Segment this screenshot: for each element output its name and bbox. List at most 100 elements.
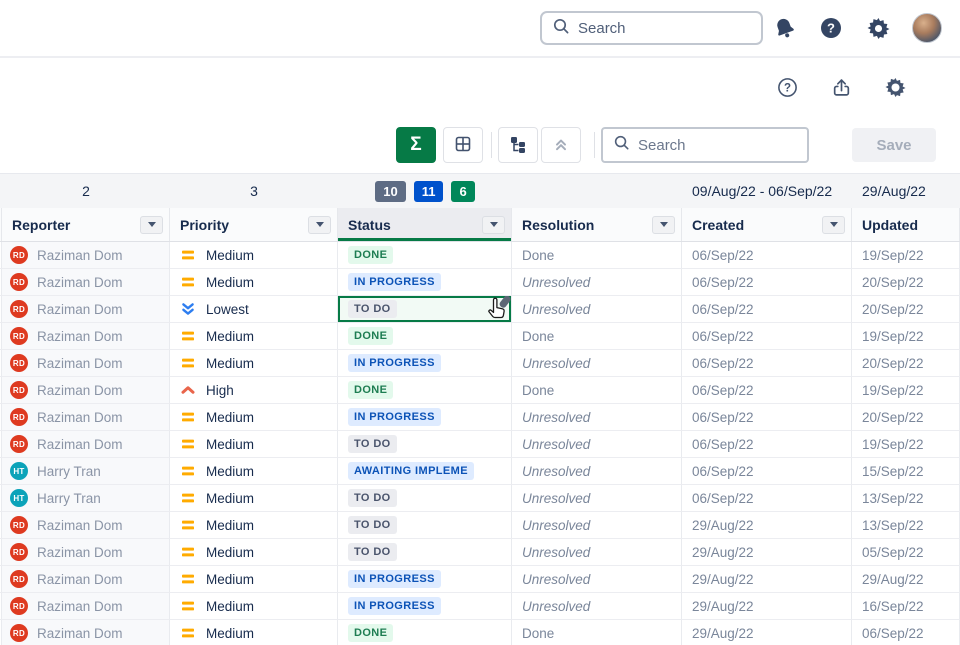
filter-dropdown-button[interactable] <box>482 216 505 234</box>
status-cell[interactable]: DONE <box>338 323 512 350</box>
updated-cell[interactable]: 19/Sep/22 <box>852 242 960 269</box>
global-search-input[interactable] <box>578 20 777 37</box>
filter-dropdown-button[interactable] <box>308 216 331 234</box>
created-cell[interactable]: 06/Sep/22 <box>682 242 852 269</box>
resolution-cell[interactable]: Done <box>512 620 682 645</box>
created-cell[interactable]: 06/Sep/22 <box>682 296 852 323</box>
grid-view-button[interactable] <box>443 127 483 163</box>
created-cell[interactable]: 29/Aug/22 <box>682 539 852 566</box>
created-cell[interactable]: 06/Sep/22 <box>682 458 852 485</box>
status-cell[interactable]: TO DO <box>338 539 512 566</box>
status-cell[interactable]: IN PROGRESS <box>338 566 512 593</box>
status-cell[interactable]: TO DO <box>338 296 512 323</box>
sum-aggregate-button[interactable]: Σ <box>396 127 436 163</box>
priority-cell[interactable]: Lowest <box>170 296 338 323</box>
summary-updated-value[interactable]: 29/Aug/22 <box>852 174 960 208</box>
reporter-cell[interactable]: RDRaziman Dom <box>2 539 170 566</box>
resolution-cell[interactable]: Done <box>512 242 682 269</box>
column-header-priority[interactable]: Priority <box>170 208 338 241</box>
created-cell[interactable]: 06/Sep/22 <box>682 404 852 431</box>
resolution-cell[interactable]: Unresolved <box>512 269 682 296</box>
priority-cell[interactable]: Medium <box>170 404 338 431</box>
priority-cell[interactable]: Medium <box>170 593 338 620</box>
created-cell[interactable]: 29/Aug/22 <box>682 620 852 645</box>
reporter-cell[interactable]: RDRaziman Dom <box>2 512 170 539</box>
resolution-cell[interactable]: Unresolved <box>512 566 682 593</box>
reporter-cell[interactable]: RDRaziman Dom <box>2 377 170 404</box>
resolution-cell[interactable]: Unresolved <box>512 431 682 458</box>
global-search-box[interactable] <box>540 11 763 45</box>
help-icon[interactable]: ? <box>774 74 800 100</box>
updated-cell[interactable]: 19/Sep/22 <box>852 377 960 404</box>
status-cell[interactable]: DONE <box>338 377 512 404</box>
status-cell[interactable]: IN PROGRESS <box>338 404 512 431</box>
column-header-reporter[interactable]: Reporter <box>2 208 170 241</box>
reporter-cell[interactable]: RDRaziman Dom <box>2 404 170 431</box>
status-cell[interactable]: TO DO <box>338 512 512 539</box>
status-cell[interactable]: IN PROGRESS <box>338 593 512 620</box>
summary-status-counts[interactable]: 10116 <box>338 174 512 208</box>
status-cell[interactable]: AWAITING IMPLEME <box>338 458 512 485</box>
summary-created-range[interactable]: 09/Aug/22 - 06/Sep/22 <box>682 174 852 208</box>
priority-cell[interactable]: Medium <box>170 620 338 645</box>
hierarchy-view-button[interactable] <box>498 127 538 163</box>
priority-cell[interactable]: Medium <box>170 269 338 296</box>
user-avatar[interactable] <box>912 13 942 43</box>
priority-cell[interactable]: Medium <box>170 539 338 566</box>
column-header-created[interactable]: Created <box>682 208 852 241</box>
updated-cell[interactable]: 13/Sep/22 <box>852 512 960 539</box>
filter-dropdown-button[interactable] <box>140 216 163 234</box>
save-button[interactable]: Save <box>852 128 936 162</box>
priority-cell[interactable]: Medium <box>170 350 338 377</box>
reporter-cell[interactable]: RDRaziman Dom <box>2 620 170 645</box>
resolution-cell[interactable]: Done <box>512 323 682 350</box>
settings-icon[interactable] <box>882 74 908 100</box>
status-cell[interactable]: IN PROGRESS <box>338 269 512 296</box>
reporter-cell[interactable]: RDRaziman Dom <box>2 269 170 296</box>
priority-cell[interactable]: Medium <box>170 485 338 512</box>
resolution-cell[interactable]: Done <box>512 377 682 404</box>
resolution-cell[interactable]: Unresolved <box>512 539 682 566</box>
updated-cell[interactable]: 19/Sep/22 <box>852 431 960 458</box>
column-header-status[interactable]: Status <box>338 208 512 241</box>
updated-cell[interactable]: 20/Sep/22 <box>852 350 960 377</box>
updated-cell[interactable]: 29/Aug/22 <box>852 566 960 593</box>
updated-cell[interactable]: 20/Sep/22 <box>852 269 960 296</box>
resolution-cell[interactable]: Unresolved <box>512 350 682 377</box>
priority-cell[interactable]: Medium <box>170 242 338 269</box>
priority-cell[interactable]: Medium <box>170 431 338 458</box>
reporter-cell[interactable]: RDRaziman Dom <box>2 323 170 350</box>
status-cell[interactable]: DONE <box>338 242 512 269</box>
updated-cell[interactable]: 15/Sep/22 <box>852 458 960 485</box>
created-cell[interactable]: 06/Sep/22 <box>682 323 852 350</box>
reporter-cell[interactable]: RDRaziman Dom <box>2 431 170 458</box>
status-cell[interactable]: TO DO <box>338 485 512 512</box>
resolution-cell[interactable]: Unresolved <box>512 593 682 620</box>
priority-cell[interactable]: High <box>170 377 338 404</box>
summary-priority-count[interactable]: 3 <box>170 174 338 208</box>
notifications-icon[interactable] <box>767 11 800 44</box>
updated-cell[interactable]: 20/Sep/22 <box>852 296 960 323</box>
created-cell[interactable]: 29/Aug/22 <box>682 566 852 593</box>
priority-cell[interactable]: Medium <box>170 323 338 350</box>
created-cell[interactable]: 29/Aug/22 <box>682 593 852 620</box>
reporter-cell[interactable]: RDRaziman Dom <box>2 242 170 269</box>
column-header-updated[interactable]: Updated <box>852 208 960 241</box>
resolution-cell[interactable]: Unresolved <box>512 512 682 539</box>
reporter-cell[interactable]: RDRaziman Dom <box>2 350 170 377</box>
sheet-search-input[interactable] <box>638 137 837 154</box>
created-cell[interactable]: 06/Sep/22 <box>682 269 852 296</box>
reporter-cell[interactable]: HTHarry Tran <box>2 485 170 512</box>
priority-cell[interactable]: Medium <box>170 512 338 539</box>
reporter-cell[interactable]: HTHarry Tran <box>2 458 170 485</box>
created-cell[interactable]: 06/Sep/22 <box>682 431 852 458</box>
updated-cell[interactable]: 20/Sep/22 <box>852 404 960 431</box>
settings-icon[interactable] <box>865 15 891 41</box>
help-icon[interactable]: ? <box>818 15 844 41</box>
reporter-cell[interactable]: RDRaziman Dom <box>2 296 170 323</box>
created-cell[interactable]: 06/Sep/22 <box>682 485 852 512</box>
status-cell[interactable]: IN PROGRESS <box>338 350 512 377</box>
summary-resolution[interactable] <box>512 174 682 208</box>
resolution-cell[interactable]: Unresolved <box>512 404 682 431</box>
updated-cell[interactable]: 13/Sep/22 <box>852 485 960 512</box>
